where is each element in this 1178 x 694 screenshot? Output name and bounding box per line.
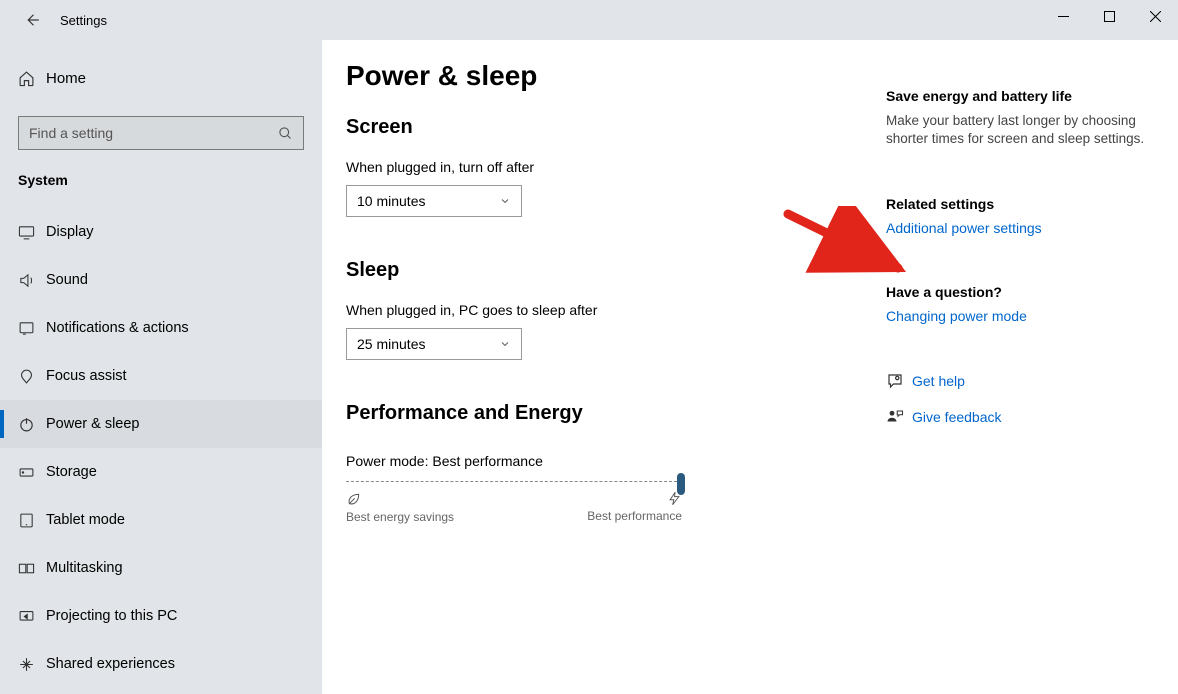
multitasking-icon <box>18 560 46 577</box>
search-input[interactable] <box>18 116 304 150</box>
sidebar-item-storage[interactable]: Storage <box>0 448 322 496</box>
power-icon <box>18 416 46 433</box>
sidebar-nav: Display Sound Notifications & actions Fo… <box>0 198 322 688</box>
section-performance-heading: Performance and Energy <box>346 402 886 425</box>
maximize-button[interactable] <box>1086 0 1132 32</box>
get-help-row[interactable]: Get help <box>886 372 1146 390</box>
section-sleep-heading: Sleep <box>346 259 886 282</box>
dropdown-value: 25 minutes <box>357 336 425 352</box>
give-feedback-row[interactable]: Give feedback <box>886 408 1146 426</box>
feedback-icon <box>886 408 912 426</box>
sidebar-item-multitasking[interactable]: Multitasking <box>0 544 322 592</box>
search-icon <box>278 126 293 141</box>
sidebar-item-label: Multitasking <box>46 560 123 576</box>
sidebar-item-label: Shared experiences <box>46 656 175 672</box>
maximize-icon <box>1104 11 1115 22</box>
minimize-button[interactable] <box>1040 0 1086 32</box>
notifications-icon <box>18 320 46 337</box>
sidebar-item-sound[interactable]: Sound <box>0 256 322 304</box>
sidebar-item-label: Focus assist <box>46 368 127 384</box>
give-feedback-link[interactable]: Give feedback <box>912 409 1002 425</box>
energy-text: Make your battery last longer by choosin… <box>886 112 1146 148</box>
shared-icon <box>18 656 46 673</box>
sidebar-item-label: Power & sleep <box>46 416 140 432</box>
leaf-icon <box>346 491 362 507</box>
close-button[interactable] <box>1132 0 1178 32</box>
tablet-icon <box>18 512 46 529</box>
window-controls <box>1040 0 1178 32</box>
screen-off-dropdown[interactable]: 10 minutes <box>346 185 522 217</box>
slider-thumb[interactable] <box>677 473 685 495</box>
slider-endpoints: Best energy savings Best performance <box>346 491 682 524</box>
slider-min-label: Best energy savings <box>346 491 454 524</box>
sidebar-item-focus-assist[interactable]: Focus assist <box>0 352 322 400</box>
display-icon <box>18 224 46 241</box>
titlebar: Settings <box>0 0 1178 40</box>
sidebar-item-home[interactable]: Home <box>0 58 322 98</box>
sidebar: Home System Display Sound Notifications … <box>0 40 322 694</box>
focus-assist-icon <box>18 368 46 385</box>
slider-max-label: Best performance <box>587 491 682 523</box>
back-button[interactable] <box>18 11 46 29</box>
sidebar-item-label: Sound <box>46 272 88 288</box>
sidebar-item-label: Projecting to this PC <box>46 608 177 624</box>
window-title: Settings <box>60 13 107 28</box>
power-mode-slider[interactable] <box>346 481 682 485</box>
section-screen-heading: Screen <box>346 116 886 139</box>
search-field[interactable] <box>29 125 278 141</box>
screen-off-label: When plugged in, turn off after <box>346 159 886 175</box>
sidebar-item-label: Notifications & actions <box>46 320 189 336</box>
storage-icon <box>18 464 46 481</box>
power-mode-label: Power mode: Best performance <box>346 453 886 469</box>
home-icon <box>18 70 46 87</box>
sidebar-item-label: Display <box>46 224 94 240</box>
sidebar-item-notifications[interactable]: Notifications & actions <box>0 304 322 352</box>
main-content: Power & sleep Screen When plugged in, tu… <box>322 40 1178 694</box>
close-icon <box>1150 11 1161 22</box>
changing-power-mode-link[interactable]: Changing power mode <box>886 308 1146 324</box>
get-help-link[interactable]: Get help <box>912 373 965 389</box>
arrow-left-icon <box>23 11 41 29</box>
chevron-down-icon <box>499 195 511 207</box>
sleep-label: When plugged in, PC goes to sleep after <box>346 302 886 318</box>
sidebar-item-label: Tablet mode <box>46 512 125 528</box>
sidebar-item-label: Home <box>46 70 86 87</box>
page-title: Power & sleep <box>346 60 886 92</box>
minimize-icon <box>1058 11 1069 22</box>
sidebar-group-label: System <box>0 150 322 198</box>
sidebar-item-projecting[interactable]: Projecting to this PC <box>0 592 322 640</box>
dropdown-value: 10 minutes <box>357 193 425 209</box>
sleep-dropdown[interactable]: 25 minutes <box>346 328 522 360</box>
question-heading: Have a question? <box>886 284 1146 300</box>
projecting-icon <box>18 608 46 625</box>
related-settings-heading: Related settings <box>886 196 1146 212</box>
sound-icon <box>18 272 46 289</box>
help-icon <box>886 372 912 390</box>
additional-power-settings-link[interactable]: Additional power settings <box>886 220 1146 236</box>
chevron-down-icon <box>499 338 511 350</box>
sidebar-item-power-sleep[interactable]: Power & sleep <box>0 400 322 448</box>
energy-heading: Save energy and battery life <box>886 88 1146 104</box>
sidebar-item-tablet-mode[interactable]: Tablet mode <box>0 496 322 544</box>
sidebar-item-display[interactable]: Display <box>0 208 322 256</box>
right-column: Save energy and battery life Make your b… <box>886 60 1146 694</box>
sidebar-item-shared-experiences[interactable]: Shared experiences <box>0 640 322 688</box>
sidebar-item-label: Storage <box>46 464 97 480</box>
